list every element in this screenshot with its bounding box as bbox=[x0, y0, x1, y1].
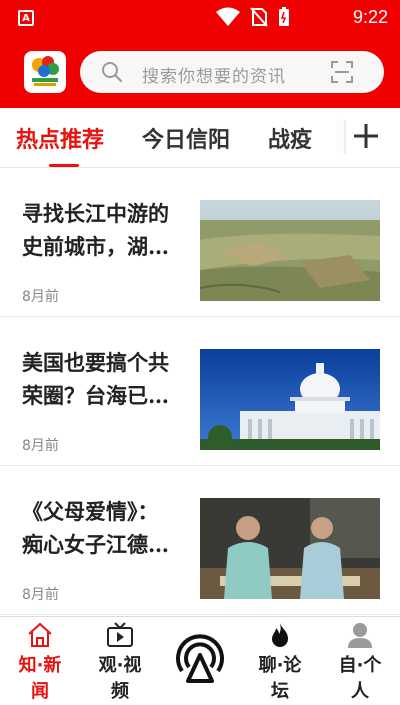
news-thumbnail bbox=[200, 498, 380, 599]
video-icon bbox=[107, 622, 133, 647]
status-time: 9:22 bbox=[352, 7, 388, 27]
nav-label: 自·个 人 bbox=[320, 653, 400, 705]
nav-label: 知·新 闻 bbox=[0, 653, 80, 705]
scan-icon[interactable] bbox=[330, 60, 354, 84]
app-notification-icon: A bbox=[18, 10, 34, 26]
broadcast-icon bbox=[176, 634, 224, 683]
plus-icon bbox=[354, 124, 378, 148]
news-title-line: 荣圈？台海已… bbox=[22, 383, 169, 408]
news-title: 《父母爱情》： 痴心女子江德… bbox=[22, 495, 192, 561]
news-title: 寻找长江中游的 史前城市，湖… bbox=[22, 197, 192, 263]
nav-forum[interactable]: 聊·论 坛 bbox=[240, 617, 320, 702]
nav-label-line: 坛 bbox=[271, 681, 289, 702]
nav-label-line: 人 bbox=[351, 681, 369, 702]
news-title-line: 痴心女子江德… bbox=[22, 532, 169, 557]
category-tabs: 热点推荐 今日信阳 战疫 bbox=[0, 108, 400, 168]
news-title-line: 寻找长江中游的 bbox=[22, 201, 169, 226]
nav-label-line: 知·新 bbox=[18, 655, 62, 676]
news-thumbnail bbox=[200, 349, 380, 450]
app-header: 搜索你想要的资讯 bbox=[0, 36, 400, 108]
news-title-line: 《父母爱情》： bbox=[22, 499, 159, 524]
status-bar: A 9:22 bbox=[0, 0, 400, 36]
news-title-line: 史前城市，湖… bbox=[22, 234, 169, 259]
news-title: 美国也要搞个共 荣圈？台海已… bbox=[22, 346, 192, 412]
nav-label: 观·视 频 bbox=[80, 653, 160, 705]
flame-icon bbox=[272, 623, 288, 647]
tab-xinyang[interactable]: 今日信阳 bbox=[142, 122, 230, 154]
nav-label-line: 自·个 bbox=[338, 655, 382, 676]
person-icon bbox=[348, 623, 372, 648]
app-logo[interactable] bbox=[24, 51, 66, 93]
wifi-icon bbox=[216, 7, 240, 26]
search-icon bbox=[102, 62, 122, 82]
home-icon bbox=[28, 622, 52, 647]
nav-label-line: 聊·论 bbox=[258, 655, 302, 676]
search-placeholder: 搜索你想要的资讯 bbox=[142, 67, 286, 87]
add-tab-button[interactable] bbox=[352, 118, 380, 154]
search-bar[interactable]: 搜索你想要的资讯 bbox=[80, 51, 384, 93]
nav-label: 聊·论 坛 bbox=[240, 653, 320, 705]
news-time: 8月前 bbox=[22, 438, 59, 454]
status-icons bbox=[216, 7, 290, 27]
tab-hot[interactable]: 热点推荐 bbox=[16, 122, 104, 154]
news-time: 8月前 bbox=[22, 289, 59, 305]
news-item[interactable]: 《父母爱情》： 痴心女子江德… 8月前 bbox=[0, 467, 400, 615]
tab-divider bbox=[344, 120, 346, 154]
nav-profile[interactable]: 自·个 人 bbox=[320, 617, 400, 702]
active-tab-indicator bbox=[49, 164, 79, 167]
news-item[interactable]: 寻找长江中游的 史前城市，湖… 8月前 bbox=[0, 169, 400, 317]
nav-news[interactable]: 知·新 闻 bbox=[0, 617, 80, 702]
nav-label-line: 闻 bbox=[31, 681, 49, 702]
nav-label-line: 观·视 bbox=[98, 655, 142, 676]
news-title-line: 美国也要搞个共 bbox=[22, 350, 169, 375]
no-sim-icon bbox=[250, 7, 268, 27]
nav-label-line: 频 bbox=[111, 681, 129, 702]
bottom-navigation: 知·新 闻 观·视 频 聊·论 坛 自·个 人 bbox=[0, 616, 400, 702]
news-item[interactable]: 美国也要搞个共 荣圈？台海已… 8月前 bbox=[0, 318, 400, 466]
nav-video[interactable]: 观·视 频 bbox=[80, 617, 160, 702]
news-time: 8月前 bbox=[22, 587, 59, 603]
tab-epidemic[interactable]: 战疫 bbox=[268, 122, 312, 154]
news-thumbnail bbox=[200, 200, 380, 301]
center-broadcast-button[interactable] bbox=[172, 631, 228, 687]
battery-icon bbox=[279, 7, 289, 26]
